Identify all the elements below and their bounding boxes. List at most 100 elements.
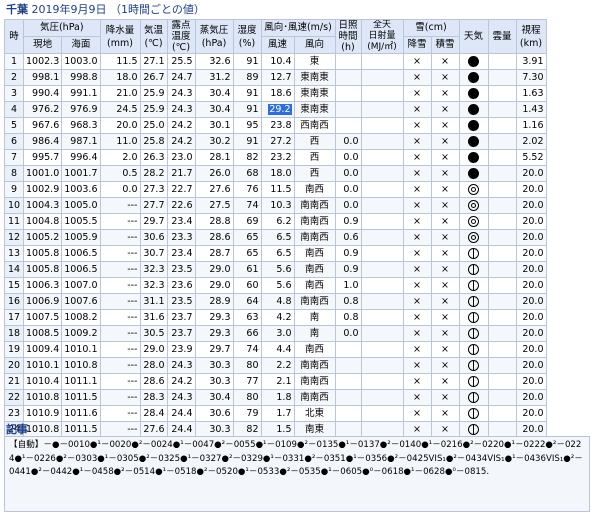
humidity-cell: 89 bbox=[232, 69, 262, 86]
snowdepth-cell: × bbox=[430, 133, 460, 150]
pressure-station-cell: 1007.5 bbox=[22, 309, 63, 326]
table-row: 21 1010.4 1011.1 --- 28.6 24.2 30.3 77 2.1 南南西 × × 2… bbox=[4, 373, 547, 390]
sunshine-cell bbox=[334, 341, 362, 358]
wind-direction-cell: 東南東 bbox=[293, 69, 336, 86]
temp-cell: 27.7 bbox=[139, 197, 168, 214]
weather-cell bbox=[458, 405, 489, 422]
cloud-cell bbox=[487, 197, 517, 214]
pressure-sea-cell: 1003.6 bbox=[61, 181, 101, 198]
radiation-cell bbox=[360, 325, 404, 342]
radiation-cell bbox=[360, 69, 404, 86]
station-name: 千葉 bbox=[6, 3, 28, 16]
temp-cell: 25.8 bbox=[139, 133, 168, 150]
snowfall-cell: × bbox=[402, 389, 432, 406]
sunshine-cell: 0.9 bbox=[334, 213, 362, 230]
snowdepth-cell: × bbox=[430, 229, 460, 246]
snowdepth-cell: × bbox=[430, 85, 460, 102]
wind-direction-cell: 西 bbox=[293, 165, 336, 182]
pressure-station-cell: 1005.8 bbox=[22, 245, 63, 262]
interval-note: （1時間ごとの値） bbox=[110, 3, 205, 16]
dewpoint-cell: 24.3 bbox=[166, 389, 196, 406]
temp-cell: 26.3 bbox=[139, 149, 168, 166]
temp-cell: 26.7 bbox=[139, 69, 168, 86]
cloud-cell bbox=[487, 117, 517, 134]
pressure-station-cell: 1010.1 bbox=[22, 357, 63, 374]
sunshine-cell: 0.0 bbox=[334, 133, 362, 150]
cloud-cell bbox=[487, 229, 517, 246]
visibility-cell: 20.0 bbox=[515, 309, 547, 326]
hour-cell: 22 bbox=[4, 389, 24, 406]
snowfall-cell: × bbox=[402, 229, 432, 246]
hour-cell: 14 bbox=[4, 261, 24, 278]
vapor-cell: 29.0 bbox=[194, 277, 234, 294]
temp-cell: 27.1 bbox=[139, 53, 168, 70]
precip-cell: 21.0 bbox=[99, 85, 141, 102]
precip-cell: 0.0 bbox=[99, 181, 141, 198]
header-hour: 時 bbox=[4, 19, 24, 54]
hour-cell: 19 bbox=[4, 341, 24, 358]
pressure-station-cell: 995.7 bbox=[22, 149, 63, 166]
snowfall-cell: × bbox=[402, 261, 432, 278]
dewpoint-cell: 22.6 bbox=[166, 197, 196, 214]
cloud-cell bbox=[487, 309, 517, 326]
wind-direction-cell: 南 bbox=[293, 325, 336, 342]
cloud-cell bbox=[487, 373, 517, 390]
snowfall-cell: × bbox=[402, 357, 432, 374]
pressure-station-cell: 1004.8 bbox=[22, 213, 63, 230]
snowfall-cell: × bbox=[402, 69, 432, 86]
pressure-sea-cell: 1007.0 bbox=[61, 277, 101, 294]
wind-speed-cell: 23.2 bbox=[260, 149, 295, 166]
precip-cell: --- bbox=[99, 325, 141, 342]
rain-weather-icon bbox=[468, 167, 479, 179]
weather-cell bbox=[458, 341, 489, 358]
wind-speed-cell: 3.0 bbox=[260, 325, 295, 342]
precip-cell: --- bbox=[99, 389, 141, 406]
snowfall-cell: × bbox=[402, 85, 432, 102]
table-row: 11 1004.8 1005.5 --- 29.7 23.4 28.8 69 6.2 南南西 0.9… bbox=[4, 213, 547, 230]
pressure-station-cell: 1010.4 bbox=[22, 373, 63, 390]
precip-cell: --- bbox=[99, 309, 141, 326]
dewpoint-cell: 23.4 bbox=[166, 213, 196, 230]
dewpoint-cell: 23.9 bbox=[166, 341, 196, 358]
weather-cell bbox=[458, 149, 489, 166]
radiation-cell bbox=[360, 101, 404, 118]
snowfall-cell: × bbox=[402, 309, 432, 326]
wind-direction-cell: 南南西 bbox=[293, 357, 336, 374]
humidity-cell: 64 bbox=[232, 293, 262, 310]
header-radiation: 全天 日射量 (MJ/㎡) bbox=[360, 19, 404, 54]
rain-weather-icon bbox=[468, 87, 479, 99]
vapor-cell: 28.6 bbox=[194, 229, 234, 246]
snowdepth-cell: × bbox=[430, 117, 460, 134]
sunshine-cell bbox=[334, 53, 362, 70]
humidity-cell: 91 bbox=[232, 85, 262, 102]
snowfall-cell: × bbox=[402, 213, 432, 230]
hour-cell: 2 bbox=[4, 69, 24, 86]
pressure-sea-cell: 1008.2 bbox=[61, 309, 101, 326]
temp-cell: 27.3 bbox=[139, 181, 168, 198]
table-row: 15 1006.3 1007.0 --- 32.3 23.6 29.0 60 5.6 南西 1.0 ×… bbox=[4, 277, 547, 294]
weather-cell bbox=[458, 213, 489, 230]
pressure-station-cell: 1002.3 bbox=[22, 53, 63, 70]
humidity-cell: 74 bbox=[232, 197, 262, 214]
sunshine-cell: 0.0 bbox=[334, 165, 362, 182]
rain-weather-icon bbox=[468, 71, 479, 83]
visibility-cell: 20.0 bbox=[515, 373, 547, 390]
pressure-sea-cell: 991.1 bbox=[61, 85, 101, 102]
snowfall-cell: × bbox=[402, 133, 432, 150]
hourly-observation-table: 時 気圧(hPa) 降水量 (mm) 気温 (℃) 露点 温度 (℃) 蒸気圧 … bbox=[4, 19, 547, 438]
dewpoint-cell: 21.7 bbox=[166, 165, 196, 182]
humidity-cell: 66 bbox=[232, 325, 262, 342]
temp-cell: 31.6 bbox=[139, 309, 168, 326]
hour-cell: 15 bbox=[4, 277, 24, 294]
visibility-cell: 1.16 bbox=[515, 117, 547, 134]
table-row: 23 1010.9 1011.6 --- 28.4 24.4 30.6 79 1.7 北東 × × 20… bbox=[4, 405, 547, 422]
precip-cell: --- bbox=[99, 261, 141, 278]
weather-cell bbox=[458, 85, 489, 102]
visibility-cell: 20.0 bbox=[515, 277, 547, 294]
snowfall-cell: × bbox=[402, 325, 432, 342]
header-weather: 天気 bbox=[458, 19, 489, 54]
vapor-cell: 28.9 bbox=[194, 293, 234, 310]
radiation-cell bbox=[360, 197, 404, 214]
wind-speed-cell: 11.5 bbox=[260, 181, 295, 198]
snowfall-cell: × bbox=[402, 149, 432, 166]
